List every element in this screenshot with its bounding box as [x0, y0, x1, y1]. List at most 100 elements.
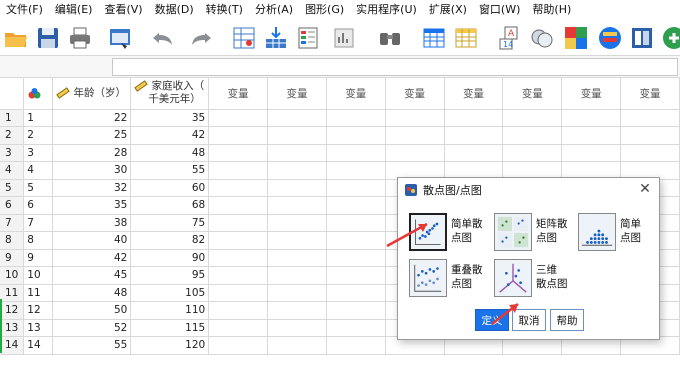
cell-empty[interactable] — [326, 336, 386, 355]
column-header-empty[interactable]: 变量 — [620, 78, 680, 110]
cell-empty[interactable] — [444, 109, 504, 127]
insert-variable-icon[interactable] — [452, 24, 480, 52]
cell-empty[interactable] — [267, 109, 327, 127]
cell-empty[interactable] — [267, 231, 327, 250]
simple-dot-thumbnail[interactable] — [578, 213, 616, 251]
cell-empty[interactable] — [326, 144, 386, 162]
row-header-corner[interactable] — [0, 78, 25, 110]
insert-cases-icon[interactable] — [420, 24, 448, 52]
cell-empty[interactable] — [267, 126, 327, 145]
cell-empty[interactable] — [326, 249, 386, 267]
cell-empty[interactable] — [208, 301, 269, 320]
use-variable-sets-icon[interactable] — [628, 24, 656, 52]
cell-empty[interactable] — [502, 144, 563, 162]
cell-empty[interactable] — [208, 284, 269, 302]
column-header-empty[interactable]: 变量 — [561, 78, 622, 110]
column-header-empty[interactable]: 变量 — [444, 78, 504, 110]
menu-item[interactable]: 编辑(E) — [49, 0, 99, 20]
cell-income[interactable]: 95 — [130, 266, 210, 285]
cell-empty[interactable] — [502, 109, 563, 127]
cell-income[interactable]: 115 — [130, 319, 210, 337]
column-header-empty[interactable]: 变量 — [208, 78, 269, 110]
cell-empty[interactable] — [208, 196, 269, 215]
cell-empty[interactable] — [208, 109, 269, 127]
column-header-empty[interactable]: 变量 — [267, 78, 327, 110]
row-number[interactable]: 4 — [0, 161, 25, 180]
cell-age[interactable]: 30 — [52, 161, 132, 180]
cell-income[interactable]: 120 — [130, 336, 210, 355]
variables-icon[interactable] — [294, 24, 322, 52]
run-descriptive-icon[interactable] — [330, 24, 358, 52]
cell-empty[interactable] — [267, 266, 327, 285]
cell-empty[interactable] — [267, 336, 327, 355]
cell-empty[interactable] — [620, 109, 680, 127]
cell-empty[interactable] — [502, 126, 563, 145]
menu-item[interactable]: 图形(G) — [299, 0, 350, 20]
option-overlay-scatter[interactable]: 重叠散 点图 — [409, 259, 485, 297]
cell-income[interactable]: 42 — [130, 126, 210, 145]
cell-id[interactable]: 11 — [23, 284, 54, 302]
cell-empty[interactable] — [561, 109, 622, 127]
cell-id[interactable]: 8 — [23, 231, 54, 250]
row-number[interactable]: 10 — [0, 266, 25, 285]
cell-age[interactable]: 32 — [52, 179, 132, 197]
cell-empty[interactable] — [385, 126, 445, 145]
value-labels-icon[interactable] — [596, 24, 624, 52]
cell-empty[interactable] — [267, 161, 327, 180]
cell-empty[interactable] — [385, 144, 445, 162]
cell-empty[interactable] — [326, 179, 386, 197]
cell-income[interactable]: 55 — [130, 161, 210, 180]
cell-age[interactable]: 28 — [52, 144, 132, 162]
cell-empty[interactable] — [267, 196, 327, 215]
menu-item[interactable]: 窗口(W) — [473, 0, 526, 20]
cell-empty[interactable] — [561, 144, 622, 162]
cell-empty[interactable] — [326, 126, 386, 145]
cell-empty[interactable] — [208, 249, 269, 267]
cell-income[interactable]: 60 — [130, 179, 210, 197]
option-3d-scatter[interactable]: 三维 散点图 — [494, 259, 576, 297]
column-header-empty[interactable]: 变量 — [326, 78, 386, 110]
cell-id[interactable]: 14 — [23, 336, 54, 355]
cell-income[interactable]: 35 — [130, 109, 210, 127]
column-header-id[interactable] — [23, 78, 54, 110]
cell-empty[interactable] — [208, 144, 269, 162]
row-number[interactable]: 11 — [0, 284, 25, 302]
cell-id[interactable]: 9 — [23, 249, 54, 267]
find-icon[interactable] — [376, 24, 404, 52]
close-icon[interactable]: ✕ — [637, 181, 653, 197]
cell-empty[interactable] — [208, 266, 269, 285]
goto-variable-icon[interactable] — [262, 24, 290, 52]
cell-empty[interactable] — [326, 319, 386, 337]
row-number[interactable]: 7 — [0, 214, 25, 232]
save-icon[interactable] — [34, 24, 62, 52]
cell-age[interactable]: 42 — [52, 249, 132, 267]
option-simple-dot[interactable]: 简单 点图 — [578, 213, 654, 251]
menu-item[interactable]: 帮助(H) — [526, 0, 577, 20]
cell-income[interactable]: 110 — [130, 301, 210, 320]
cell-empty[interactable] — [267, 284, 327, 302]
cell-empty[interactable] — [267, 144, 327, 162]
menu-item[interactable]: 扩展(X) — [423, 0, 473, 20]
cell-empty[interactable] — [208, 319, 269, 337]
menu-item[interactable]: 转换(T) — [200, 0, 249, 20]
cell-id[interactable]: 1 — [23, 109, 54, 127]
select-cases-icon[interactable] — [562, 24, 590, 52]
cell-empty[interactable] — [326, 196, 386, 215]
cell-empty[interactable] — [267, 179, 327, 197]
cell-age[interactable]: 45 — [52, 266, 132, 285]
cell-empty[interactable] — [561, 126, 622, 145]
menu-item[interactable]: 实用程序(U) — [350, 0, 423, 20]
column-header-age[interactable]: 年龄（岁） — [52, 78, 132, 110]
overlay-scatter-thumbnail[interactable] — [409, 259, 447, 297]
cell-id[interactable]: 2 — [23, 126, 54, 145]
menu-item[interactable]: 分析(A) — [249, 0, 299, 20]
row-number[interactable]: 6 — [0, 196, 25, 215]
cell-empty[interactable] — [326, 301, 386, 320]
cell-empty[interactable] — [326, 109, 386, 127]
cell-id[interactable]: 6 — [23, 196, 54, 215]
print-icon[interactable] — [66, 24, 94, 52]
cell-empty[interactable] — [267, 249, 327, 267]
row-number[interactable]: 2 — [0, 126, 25, 145]
split-file-icon[interactable]: A 14 — [496, 24, 524, 52]
cell-income[interactable]: 90 — [130, 249, 210, 267]
